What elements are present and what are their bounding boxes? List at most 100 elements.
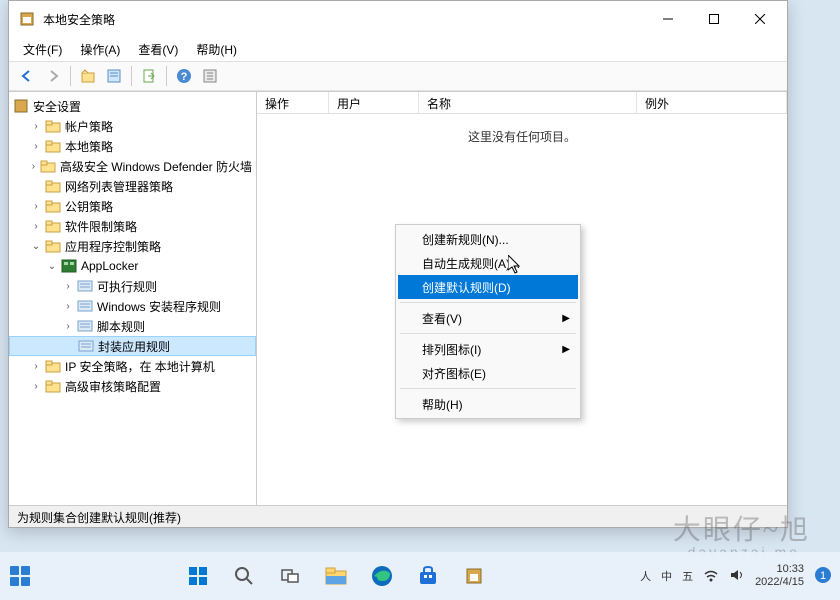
network-icon[interactable] xyxy=(703,568,719,585)
tree-item[interactable]: 网络列表管理器策略 xyxy=(9,176,256,196)
folder-icon xyxy=(40,159,56,173)
expand-icon[interactable]: › xyxy=(29,119,43,133)
menu-arrange-icons[interactable]: 排列图标(I)▶ xyxy=(398,337,578,361)
folder-icon xyxy=(45,379,61,393)
tree-panel[interactable]: 安全设置 › 帐户策略 › 本地策略 › 高级安全 Windows Defender 防火… xyxy=(9,92,257,505)
collapse-icon[interactable]: ⌄ xyxy=(29,239,43,253)
svg-text:?: ? xyxy=(181,71,188,83)
list-panel: 操作 用户 名称 例外 这里没有任何项目。 创建新规则(N)... 自动生成规则… xyxy=(257,92,787,505)
tree-label: 网络列表管理器策略 xyxy=(65,178,173,195)
tree-item[interactable]: ⌄AppLocker xyxy=(9,256,256,276)
tree-item[interactable]: › 脚本规则 xyxy=(9,316,256,336)
menu-help[interactable]: 帮助(H) xyxy=(188,38,245,61)
time: 10:33 xyxy=(755,563,804,576)
expand-icon[interactable]: › xyxy=(61,299,75,313)
menu-action[interactable]: 操作(A) xyxy=(72,38,128,61)
forward-button[interactable] xyxy=(41,64,65,88)
tree-label: 安全设置 xyxy=(33,98,81,115)
export-button[interactable] xyxy=(137,64,161,88)
tree-label: 本地策略 xyxy=(65,138,113,155)
menu-arrange-label: 排列图标(I) xyxy=(422,341,481,358)
menu-separator xyxy=(400,388,576,389)
clock[interactable]: 10:33 2022/4/15 xyxy=(755,563,804,589)
menu-help[interactable]: 帮助(H) xyxy=(398,392,578,416)
tree-item[interactable]: ⌄ 应用程序控制策略 xyxy=(9,236,256,256)
menu-view[interactable]: 查看(V) xyxy=(130,38,186,61)
secpol-icon[interactable] xyxy=(454,556,494,596)
context-menu: 创建新规则(N)... 自动生成规则(A)... 创建默认规则(D) 查看(V)… xyxy=(395,224,581,419)
folder-icon xyxy=(45,239,61,253)
folder-icon xyxy=(45,219,61,233)
folder-icon xyxy=(61,259,77,273)
column-user[interactable]: 用户 xyxy=(329,92,419,113)
column-name[interactable]: 名称 xyxy=(419,92,637,113)
menu-separator xyxy=(400,333,576,334)
tree-item[interactable]: › 本地策略 xyxy=(9,136,256,156)
tree-label: 帐户策略 xyxy=(65,118,113,135)
empty-message: 这里没有任何项目。 xyxy=(257,128,787,145)
tree-item[interactable]: ›IP 安全策略，在 本地计算机 xyxy=(9,356,256,376)
tree-label: 高级安全 Windows Defender 防火墙 xyxy=(60,158,252,175)
folder-icon xyxy=(77,319,93,333)
column-action[interactable]: 操作 xyxy=(257,92,329,113)
menu-auto-generate-rules[interactable]: 自动生成规则(A)... xyxy=(398,251,578,275)
refresh-button[interactable] xyxy=(198,64,222,88)
list-body[interactable]: 这里没有任何项目。 创建新规则(N)... 自动生成规则(A)... 创建默认规… xyxy=(257,114,787,505)
expand-icon[interactable]: › xyxy=(29,359,43,373)
expand-icon[interactable]: › xyxy=(29,159,38,173)
expand-icon[interactable]: › xyxy=(61,319,75,333)
search-button[interactable] xyxy=(224,556,264,596)
menu-view-label: 查看(V) xyxy=(422,310,462,327)
tree-root[interactable]: 安全设置 xyxy=(9,96,256,116)
expand-icon[interactable]: › xyxy=(61,279,75,293)
toolbar-separator xyxy=(166,66,167,86)
volume-icon[interactable] xyxy=(729,568,745,585)
tree-label: 应用程序控制策略 xyxy=(65,238,161,255)
up-button[interactable] xyxy=(76,64,100,88)
start-button[interactable] xyxy=(178,556,218,596)
menu-view[interactable]: 查看(V) ▶ xyxy=(398,306,578,330)
status-text: 为规则集合创建默认规则(推荐) xyxy=(17,511,181,525)
taskview-button[interactable] xyxy=(270,556,310,596)
toolbar-separator xyxy=(131,66,132,86)
properties-button[interactable] xyxy=(102,64,126,88)
notifications-button[interactable]: 1 xyxy=(814,566,832,587)
tree-item[interactable]: ›可执行规则 xyxy=(9,276,256,296)
expand-icon[interactable]: › xyxy=(29,379,43,393)
tree-item[interactable]: ›Windows 安装程序规则 xyxy=(9,296,256,316)
expand-icon[interactable]: › xyxy=(29,219,43,233)
date: 2022/4/15 xyxy=(755,576,804,589)
menu-create-new-rule[interactable]: 创建新规则(N)... xyxy=(398,227,578,251)
collapse-icon[interactable]: ⌄ xyxy=(45,259,59,273)
maximize-button[interactable] xyxy=(691,3,737,35)
edge-icon[interactable] xyxy=(362,556,402,596)
window-controls xyxy=(645,3,783,35)
ime-indicator[interactable]: 中 xyxy=(661,568,672,584)
tree-item[interactable]: 封装应用规则 xyxy=(9,336,256,356)
close-button[interactable] xyxy=(737,3,783,35)
ime-mode[interactable]: 五 xyxy=(682,568,693,584)
tree-label: 脚本规则 xyxy=(97,318,145,335)
store-icon[interactable] xyxy=(408,556,448,596)
expand-icon[interactable]: › xyxy=(29,199,43,213)
menu-create-default-rules[interactable]: 创建默认规则(D) xyxy=(398,275,578,299)
tree-item[interactable]: ›软件限制策略 xyxy=(9,216,256,236)
back-button[interactable] xyxy=(15,64,39,88)
svg-text:1: 1 xyxy=(820,570,826,582)
minimize-button[interactable] xyxy=(645,3,691,35)
help-button[interactable]: ? xyxy=(172,64,196,88)
explorer-icon[interactable] xyxy=(316,556,356,596)
tree-item[interactable]: › 高级安全 Windows Defender 防火墙 xyxy=(9,156,256,176)
widgets-button[interactable] xyxy=(8,556,32,596)
menu-file[interactable]: 文件(F) xyxy=(15,38,70,61)
submenu-arrow-icon: ▶ xyxy=(562,313,570,324)
folder-icon xyxy=(78,339,94,353)
tray-icon[interactable]: 人 xyxy=(640,568,651,584)
menu-align-icons[interactable]: 对齐图标(E) xyxy=(398,361,578,385)
column-exception[interactable]: 例外 xyxy=(637,92,787,113)
tree-item[interactable]: ›公钥策略 xyxy=(9,196,256,216)
window-title: 本地安全策略 xyxy=(43,11,645,28)
expand-icon[interactable]: › xyxy=(29,139,43,153)
tree-item[interactable]: › 帐户策略 xyxy=(9,116,256,136)
tree-item[interactable]: ›高级审核策略配置 xyxy=(9,376,256,396)
